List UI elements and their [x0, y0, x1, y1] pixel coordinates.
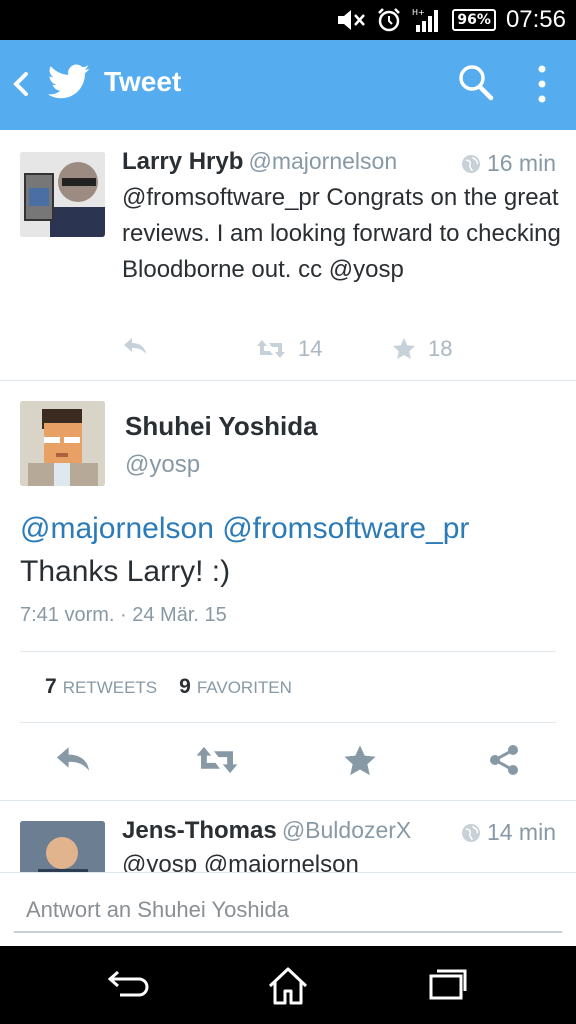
retweet-icon	[257, 340, 285, 358]
retweets-stat[interactable]: 7 RETWEETS	[45, 675, 157, 699]
tweet-header: Jens-Thomas @BuldozerX	[122, 817, 411, 845]
star-icon	[393, 338, 415, 359]
back-nav-icon[interactable]	[108, 966, 150, 1002]
reply-icon	[124, 338, 146, 354]
favorites-label: FAVORITEN	[196, 678, 292, 697]
battery-indicator: 96%	[452, 9, 496, 31]
star-icon[interactable]	[343, 744, 377, 778]
author-name[interactable]: Larry Hryb	[122, 148, 243, 175]
app-bar: Tweet	[0, 40, 576, 130]
share-icon[interactable]	[488, 744, 520, 776]
avatar-image	[20, 821, 105, 873]
retweets-label: RETWEETS	[62, 678, 158, 697]
signal-icon: H+	[412, 8, 439, 32]
reply-tweet[interactable]: Jens-Thomas @BuldozerX 14 min @yosp @maj…	[0, 800, 576, 873]
tweet-body: Thanks Larry! :)	[20, 555, 231, 588]
tweet-timestamp: 7:41 vorm. · 24 Mär. 15	[20, 604, 227, 626]
mention-link[interactable]: @fromsoftware_pr	[222, 512, 469, 545]
reply-icon[interactable]	[54, 744, 92, 774]
tweet-header: Larry Hryb @majornelson	[122, 148, 397, 176]
tweet-actions: 14 18	[122, 336, 562, 366]
avatar-image	[20, 152, 105, 237]
tweet-text: @yosp @majornelson	[122, 851, 359, 873]
reply-composer	[0, 872, 576, 947]
author-name[interactable]: Shuhei Yoshida	[125, 411, 318, 442]
mention-link[interactable]: @majornelson	[20, 512, 214, 545]
pixel-avatar-image	[20, 401, 105, 486]
network-type-label: H+	[412, 8, 425, 17]
retweet-count: 14	[298, 336, 323, 361]
clock: 07:56	[505, 6, 566, 33]
globe-icon	[461, 823, 480, 842]
search-icon[interactable]	[458, 64, 494, 102]
tweet-action-bar	[0, 736, 576, 786]
main-tweet: Shuhei Yoshida @yosp @majornelson @froms…	[0, 381, 576, 799]
favorite-button[interactable]: 18	[392, 336, 452, 362]
alarm-icon	[378, 8, 401, 32]
avatar[interactable]	[20, 401, 105, 486]
tweet-text: @majornelson @fromsoftware_pr Thanks Lar…	[20, 507, 560, 593]
tweet-stats: 7 RETWEETS 9 FAVORITEN	[45, 675, 292, 699]
favorites-stat[interactable]: 9 FAVORITEN	[179, 675, 292, 699]
avatar[interactable]	[20, 821, 105, 873]
reply-input[interactable]	[14, 889, 562, 933]
tweet-text: @fromsoftware_pr Congrats on the great r…	[122, 184, 561, 283]
time-label: 14 min	[486, 819, 556, 845]
twitter-bird-icon[interactable]	[48, 64, 90, 100]
status-bar: H+ 96% 07:56	[0, 0, 576, 40]
mute-icon	[338, 10, 366, 30]
retweet-button[interactable]: 14	[256, 336, 322, 362]
author-name[interactable]: Jens-Thomas	[122, 817, 277, 844]
overflow-menu-icon[interactable]	[536, 64, 548, 104]
reply-button[interactable]	[122, 336, 148, 356]
page-title: Tweet	[104, 66, 182, 97]
back-icon[interactable]	[10, 68, 32, 100]
globe-icon	[461, 154, 480, 173]
author-handle[interactable]: @majornelson	[248, 148, 397, 174]
divider	[20, 651, 556, 652]
time-label: 16 min	[486, 150, 556, 176]
parent-tweet[interactable]: Larry Hryb @majornelson 16 min @fromsoft…	[0, 130, 576, 381]
divider	[20, 722, 556, 723]
retweet-icon[interactable]	[195, 744, 239, 776]
system-nav-bar	[0, 946, 576, 1024]
avatar[interactable]	[20, 152, 105, 237]
recent-apps-icon[interactable]	[428, 966, 468, 1002]
tweet-time: 14 min	[461, 819, 556, 846]
tweet-time: 16 min	[461, 150, 556, 177]
retweets-count: 7	[45, 675, 57, 698]
favorites-count: 9	[179, 675, 191, 698]
favorite-count: 18	[428, 336, 453, 361]
author-handle[interactable]: @yosp	[125, 451, 200, 479]
home-nav-icon[interactable]	[266, 966, 310, 1006]
author-handle[interactable]: @BuldozerX	[282, 817, 411, 843]
